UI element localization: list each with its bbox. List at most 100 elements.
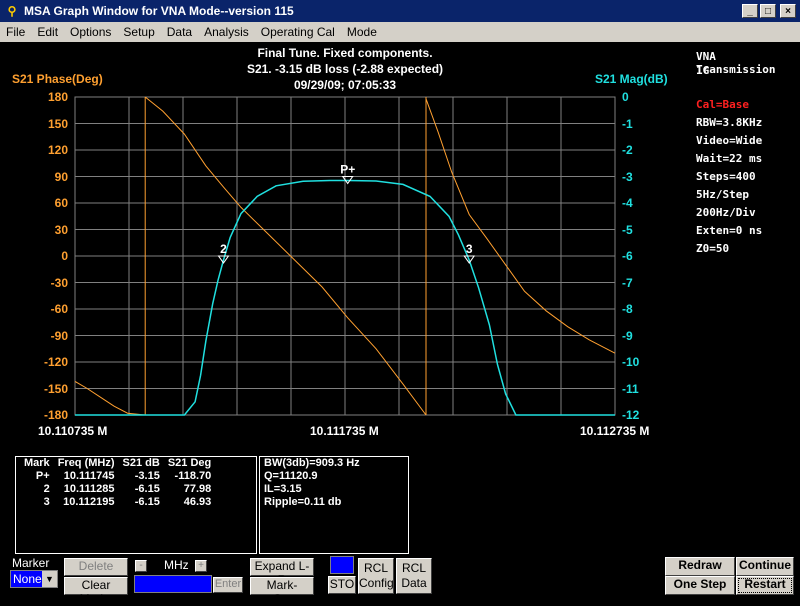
cell-freq: 10.112195 [63, 496, 115, 508]
sto-button[interactable]: STO [328, 576, 356, 594]
menu-operating-cal[interactable]: Operating Cal [255, 25, 341, 39]
hz-div-label: 200Hz/Div [696, 206, 756, 219]
right-tick-label: -7 [622, 275, 633, 290]
left-axis-title: S21 Phase(Deg) [12, 72, 103, 86]
left-tick-label: -30 [50, 275, 68, 290]
right-tick-label: -5 [622, 222, 633, 237]
cell-db: -3.15 [134, 470, 160, 482]
col-mark: Mark [24, 457, 50, 469]
right-tick-label: -1 [622, 116, 633, 131]
right-tick-label: -10 [622, 355, 640, 369]
menu-edit[interactable]: Edit [31, 25, 64, 39]
left-tick-label: -90 [50, 328, 68, 343]
table-row: 3 10.112195 -6.15 46.93 [20, 496, 215, 509]
cell-db: -6.15 [134, 496, 160, 508]
title-bar: ⚲ MSA Graph Window for VNA Mode--version… [0, 0, 800, 22]
left-tick-label: -180 [43, 408, 68, 422]
sto-indicator [330, 556, 354, 574]
menu-data[interactable]: Data [161, 25, 198, 39]
x-tick-right: 10.112735 M [580, 424, 650, 438]
wait-label: Wait=22 ms [696, 152, 763, 165]
cell-deg: 46.93 [183, 496, 212, 508]
hz-step-label: 5Hz/Step [696, 188, 749, 201]
delete-button[interactable]: Delete [64, 558, 128, 576]
video-label: Video=Wide [696, 134, 763, 147]
table-row: 2 10.111285 -6.15 77.98 [20, 483, 215, 496]
menu-analysis[interactable]: Analysis [198, 25, 255, 39]
cell-db: -6.15 [134, 483, 160, 495]
mhz-label: MHz [164, 558, 189, 572]
cell-freq: 10.111745 [63, 470, 115, 482]
enter-button[interactable]: Enter [213, 577, 243, 593]
right-tick-label: 0 [622, 90, 629, 104]
close-button[interactable]: × [780, 4, 796, 18]
menu-mode[interactable]: Mode [341, 25, 383, 39]
rcl-config-button[interactable]: RCL Config [358, 558, 394, 594]
marker-select-value: None [13, 572, 42, 586]
left-tick-label: 150 [47, 116, 68, 131]
left-tick-label: 30 [54, 222, 68, 237]
right-tick-label: -3 [622, 169, 633, 184]
marker-select[interactable]: None ▼ [10, 570, 58, 588]
right-tick-label: -4 [622, 196, 633, 210]
left-tick-label: -150 [43, 381, 68, 396]
left-tick-label: 0 [61, 249, 68, 263]
cell-mark: 2 [43, 483, 50, 495]
continue-button[interactable]: Continue [736, 557, 794, 576]
z0-label: Z0=50 [696, 242, 730, 255]
graph-title-line1: Final Tune. Fixed components. [257, 46, 433, 60]
right-tick-label: -6 [622, 249, 633, 263]
menu-setup[interactable]: Setup [117, 25, 160, 39]
menu-file[interactable]: File [0, 25, 31, 39]
marker-table-header: Mark Freq (MHz) S21 dB S21 Deg [20, 457, 215, 470]
cell-mark: P+ [35, 470, 50, 482]
x-tick-left: 10.110735 M [38, 424, 108, 438]
maximize-button[interactable]: □ [760, 4, 776, 18]
mode-label: VNA Transmission [696, 50, 776, 76]
menu-bar: File Edit Options Setup Data Analysis Op… [0, 22, 800, 42]
decrement-button[interactable]: - [135, 560, 147, 572]
exten-label: Exten=0 ns [696, 224, 763, 237]
cell-freq: 10.111285 [63, 483, 115, 495]
rbw-label: RBW=3.8KHz [696, 116, 763, 129]
right-tick-label: -8 [622, 302, 633, 316]
left-tick-label: 180 [47, 90, 68, 104]
expand-lr-button[interactable]: Expand L-R [250, 558, 314, 587]
cell-deg: -118.70 [174, 470, 212, 482]
right-tick-label: -2 [622, 143, 633, 157]
right-axis-title: S21 Mag(dB) [595, 72, 668, 86]
increment-button[interactable]: + [195, 560, 207, 572]
app-icon: ⚲ [7, 4, 17, 18]
left-tick-label: 90 [54, 169, 68, 184]
q-value: Q=11120.9 [264, 470, 318, 482]
left-tick-label: -120 [43, 355, 68, 369]
frequency-input[interactable] [134, 575, 212, 593]
mark-to-center-button[interactable]: Mark->Cent [250, 577, 314, 606]
col-freq: Freq (MHz) [57, 457, 115, 469]
restart-button[interactable]: Restart [736, 576, 794, 595]
right-tick-label: -12 [622, 408, 640, 422]
window-title: MSA Graph Window for VNA Mode--version 1… [24, 4, 294, 18]
rcl-data-button[interactable]: RCL Data [396, 558, 432, 594]
steps-label: Steps=400 [696, 170, 756, 183]
table-row: P+ 10.111745 -3.15 -118.70 [20, 470, 215, 483]
cal-label: Cal=Base [696, 98, 749, 111]
analysis-box: BW(3db)=909.3 Hz Q=11120.9 IL=3.15 Rippl… [259, 456, 409, 554]
clear-marks-button[interactable]: Clear Marks [64, 577, 128, 606]
il-value: IL=3.15 [264, 483, 302, 495]
left-tick-label: 120 [47, 143, 68, 157]
right-tick-label: -11 [622, 381, 639, 396]
chevron-down-icon[interactable]: ▼ [42, 571, 57, 587]
redraw-button[interactable]: Redraw [665, 557, 735, 576]
cell-mark: 3 [43, 496, 50, 508]
minimize-button[interactable]: _ [742, 4, 758, 18]
menu-options[interactable]: Options [64, 25, 117, 39]
col-deg: S21 Deg [167, 457, 212, 469]
left-tick-label: 60 [54, 196, 68, 210]
graph-date: 09/29/09; 07:05:33 [293, 78, 397, 92]
one-step-button[interactable]: One Step [665, 576, 735, 595]
graph-area [0, 42, 800, 452]
x-tick-center: 10.111735 M [310, 424, 379, 438]
graph-title-line2: S21. -3.15 dB loss (-2.88 expected) [246, 62, 444, 76]
bandwidth-value: BW(3db)=909.3 Hz [264, 457, 360, 469]
